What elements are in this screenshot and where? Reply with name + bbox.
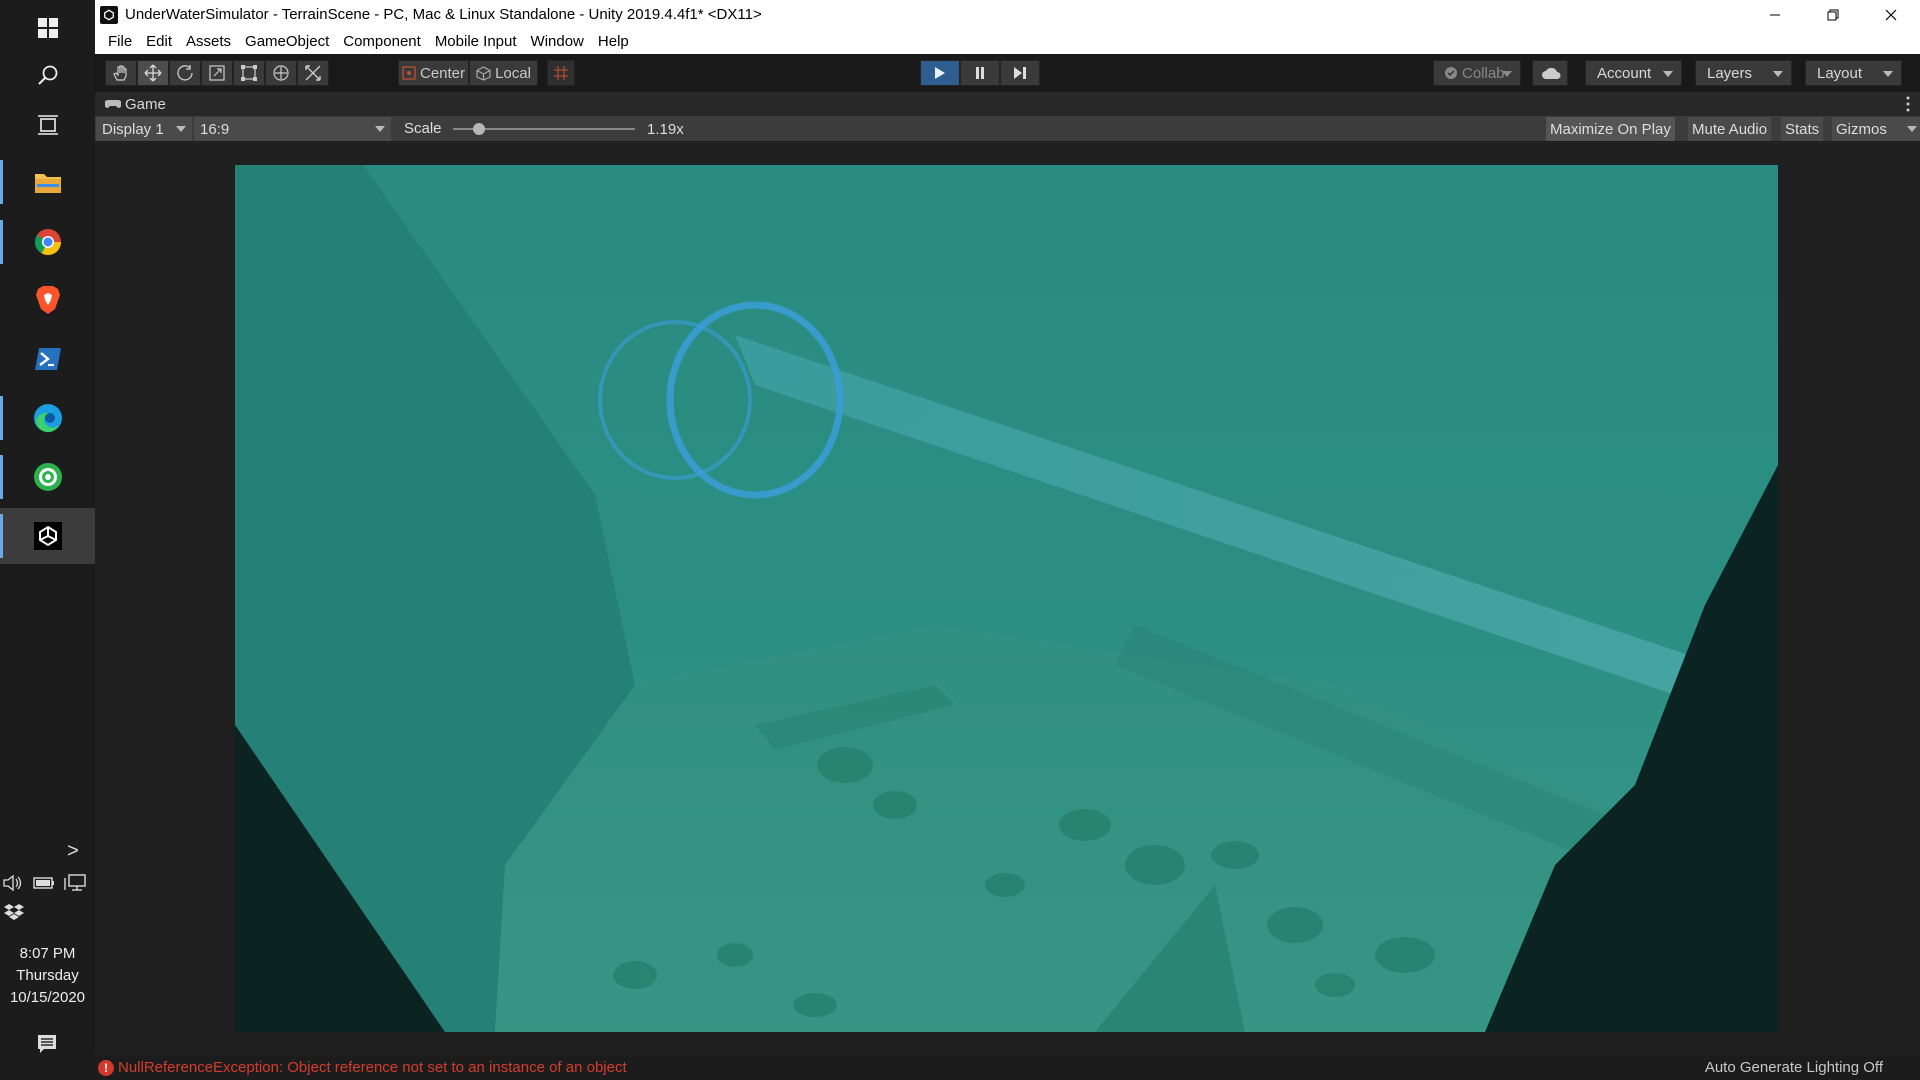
search-icon[interactable] — [0, 47, 95, 103]
mute-audio-toggle[interactable]: Mute Audio — [1688, 117, 1772, 141]
step-button[interactable] — [1000, 60, 1040, 86]
pivot-label: Center — [419, 64, 466, 82]
pause-button[interactable] — [960, 60, 1000, 86]
menu-help[interactable]: Help — [591, 29, 636, 54]
menu-bar: File Edit Assets GameObject Component Mo… — [95, 29, 1920, 54]
close-icon[interactable] — [1862, 0, 1920, 29]
scale-value: 1.19x — [647, 121, 684, 138]
play-icon — [935, 67, 945, 79]
clock-date: 10/15/2020 — [9, 989, 86, 1006]
menu-window[interactable]: Window — [524, 29, 591, 54]
menu-mobile-input[interactable]: Mobile Input — [428, 29, 524, 54]
space-label: Local — [495, 64, 531, 82]
chevron-right-icon[interactable]: > — [62, 840, 84, 862]
system-clock[interactable]: 8:07 PM Thursday 10/15/2020 — [0, 943, 95, 1009]
custom-tool-icon[interactable] — [297, 60, 329, 86]
account-dropdown[interactable]: Account — [1585, 60, 1682, 86]
file-explorer-icon[interactable] — [0, 154, 95, 210]
game-view-toolbar: Display 1 16:9 Scale 1.19x Maximize On P… — [95, 116, 1920, 142]
volume-icon[interactable] — [3, 874, 23, 892]
collab-dropdown[interactable]: Collab — [1433, 60, 1521, 86]
clock-time: 8:07 PM — [19, 945, 76, 962]
menu-component[interactable]: Component — [336, 29, 428, 54]
cloud-button[interactable] — [1532, 60, 1568, 86]
windows-taskbar: > 8:07 PM Thursday 10/15/2020 — [0, 0, 95, 1080]
menu-edit[interactable]: Edit — [139, 29, 179, 54]
lighting-status[interactable]: Auto Generate Lighting Off — [1705, 1059, 1883, 1076]
aspect-dropdown[interactable]: 16:9 — [194, 117, 391, 141]
network-icon[interactable] — [64, 873, 86, 893]
title-bar: UnderWaterSimulator - TerrainScene - PC,… — [95, 0, 1920, 29]
stats-toggle[interactable]: Stats — [1781, 117, 1824, 141]
scale-label: Scale — [404, 120, 442, 137]
scale-slider[interactable] — [453, 123, 635, 135]
play-button[interactable] — [920, 60, 960, 86]
green-app-icon[interactable] — [0, 449, 95, 505]
move-tool-icon[interactable] — [137, 60, 169, 86]
clock-day: Thursday — [16, 967, 79, 984]
gizmos-dropdown[interactable]: Gizmos — [1832, 117, 1920, 141]
brave-icon[interactable] — [0, 272, 95, 328]
step-icon — [1014, 67, 1026, 79]
pivot-icon — [402, 66, 416, 80]
restore-icon[interactable] — [1804, 0, 1862, 29]
game-tab-strip: Game — [95, 92, 1920, 116]
game-scene-render[interactable] — [235, 165, 1778, 1032]
pivot-space-toggle[interactable]: Local — [469, 60, 538, 86]
console-error-message[interactable]: NullReferenceException: Object reference… — [118, 1059, 627, 1076]
chrome-icon[interactable] — [0, 214, 95, 270]
rect-tool-icon[interactable] — [233, 60, 265, 86]
hand-tool-icon[interactable] — [105, 60, 137, 86]
error-icon: ! — [98, 1059, 114, 1076]
display-dropdown[interactable]: Display 1 — [96, 117, 192, 141]
layers-label: Layers — [1707, 64, 1753, 82]
powershell-icon[interactable] — [0, 331, 95, 387]
unity-editor-window: UnderWaterSimulator - TerrainScene - PC,… — [95, 0, 1920, 1080]
scale-slider-thumb[interactable] — [473, 123, 486, 135]
display-label: Display 1 — [102, 120, 164, 138]
snap-grid-icon[interactable] — [547, 60, 575, 86]
menu-assets[interactable]: Assets — [179, 29, 238, 54]
layout-label: Layout — [1817, 64, 1863, 82]
collab-label: Collab — [1462, 64, 1505, 82]
status-bar: ! NullReferenceException: Object referen… — [95, 1055, 1920, 1080]
pivot-center-toggle[interactable]: Center — [398, 60, 469, 86]
account-label: Account — [1597, 64, 1652, 82]
transform-tool-icon[interactable] — [265, 60, 297, 86]
pause-icon — [976, 67, 984, 79]
cloud-icon — [1542, 67, 1561, 79]
rotate-tool-icon[interactable] — [169, 60, 201, 86]
check-circle-icon — [1445, 67, 1457, 79]
task-view-icon[interactable] — [0, 97, 95, 153]
layers-dropdown[interactable]: Layers — [1695, 60, 1792, 86]
action-center-icon[interactable] — [36, 1033, 58, 1055]
scale-tool-icon[interactable] — [201, 60, 233, 86]
aspect-label: 16:9 — [200, 120, 230, 138]
maximize-on-play-toggle[interactable]: Maximize On Play — [1546, 117, 1675, 141]
more-options-icon[interactable] — [1906, 96, 1910, 112]
menu-file[interactable]: File — [101, 29, 139, 54]
game-tab-label: Game — [125, 95, 166, 113]
local-space-icon — [476, 65, 491, 81]
main-toolbar: Center Local Collab Account Layers Layou… — [95, 54, 1920, 92]
underwater-scene — [235, 165, 1778, 1032]
window-title: UnderWaterSimulator - TerrainScene - PC,… — [125, 6, 762, 23]
gamepad-icon — [105, 100, 121, 108]
unity-logo-icon — [100, 5, 118, 24]
minimize-icon[interactable] — [1746, 0, 1804, 29]
menu-gameobject[interactable]: GameObject — [238, 29, 336, 54]
edge-icon[interactable] — [0, 390, 95, 446]
layout-dropdown[interactable]: Layout — [1805, 60, 1902, 86]
dropbox-icon[interactable] — [4, 903, 24, 921]
unity-icon[interactable] — [0, 508, 95, 564]
tab-game[interactable]: Game — [95, 92, 176, 116]
battery-icon[interactable] — [33, 874, 55, 892]
